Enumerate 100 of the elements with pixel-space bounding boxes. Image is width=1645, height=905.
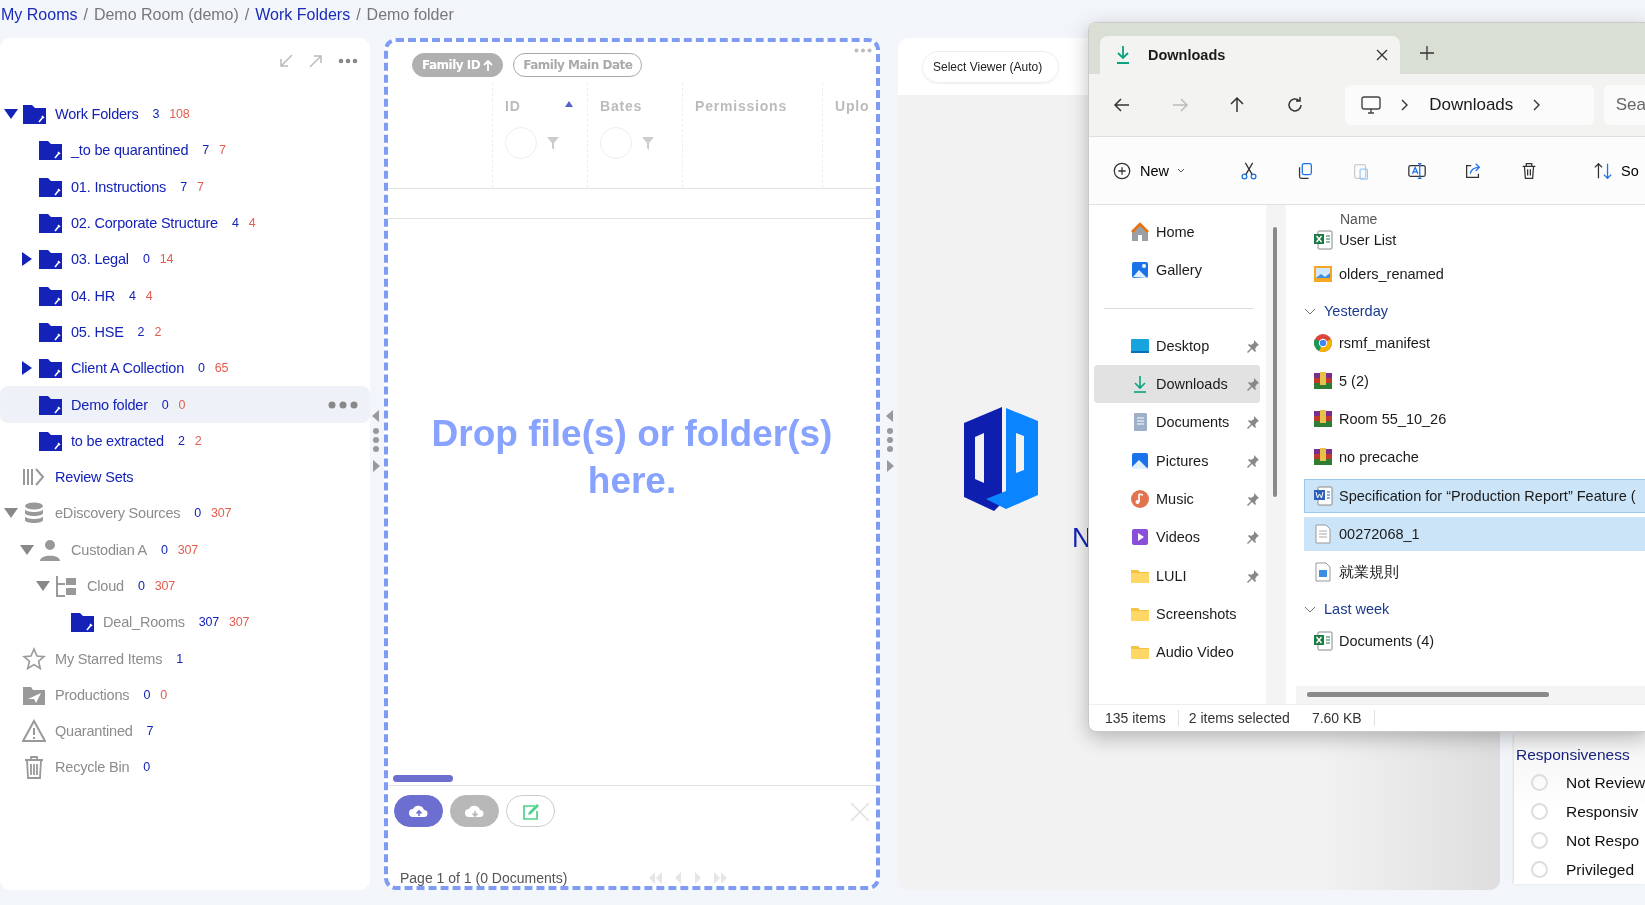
item-count: 7: [202, 143, 210, 158]
scrollbar-thumb[interactable]: [1307, 692, 1549, 697]
pin-icon[interactable]: [1246, 415, 1260, 430]
pin-icon[interactable]: [1246, 530, 1260, 545]
tree-row[interactable]: Work Folders 3 108: [0, 96, 370, 133]
item-count: 0: [137, 579, 145, 593]
file-row[interactable]: Room 55_10_26: [1304, 402, 1645, 437]
tree-row[interactable]: _to be quarantined 7 7: [0, 132, 370, 169]
navigation-item[interactable]: Audio Video: [1094, 632, 1260, 672]
item-count: 4: [231, 216, 239, 231]
scrollbar-thumb[interactable]: [1273, 227, 1277, 497]
tree-row[interactable]: Recycle Bin 0: [0, 749, 370, 786]
navigation-item[interactable]: Documents: [1094, 403, 1260, 442]
navigation-item[interactable]: Downloads: [1094, 364, 1260, 404]
file-row[interactable]: 5 (2): [1304, 363, 1645, 398]
radio-button[interactable]: [1531, 774, 1548, 791]
group-header[interactable]: Last week: [1304, 593, 1645, 624]
pin-icon[interactable]: [1246, 568, 1260, 583]
total-count: 4: [145, 288, 153, 303]
radio-label[interactable]: Not Review: [1566, 773, 1645, 792]
file-row[interactable]: Documents (4): [1304, 623, 1645, 658]
close-icon[interactable]: [1376, 49, 1388, 61]
breadcrumb-link[interactable]: My Rooms: [1, 6, 78, 24]
collapse-icon[interactable]: [278, 53, 294, 69]
radio-label[interactable]: Privileged: [1566, 860, 1635, 879]
total-count: 0: [178, 397, 186, 412]
tree-row[interactable]: 01. Instructions 7 7: [0, 168, 370, 205]
pin-icon[interactable]: [1246, 338, 1260, 353]
person-icon: [38, 537, 62, 562]
file-row[interactable]: olders_renamed: [1304, 257, 1645, 292]
radio-button[interactable]: [1531, 861, 1548, 878]
radio-button[interactable]: [1531, 803, 1548, 820]
expand-icon[interactable]: [308, 53, 324, 69]
tree-row[interactable]: 05. HSE 2 2: [0, 313, 370, 351]
tree-row[interactable]: 02. Corporate Structure 4 4: [0, 204, 370, 242]
new-button[interactable]: New: [1103, 152, 1194, 189]
sort-ascending-icon[interactable]: [565, 101, 573, 107]
file-row[interactable]: no precache: [1304, 440, 1645, 475]
navigation-item[interactable]: Videos: [1094, 518, 1260, 557]
scrollbar-thumb[interactable]: [393, 775, 453, 782]
file-row[interactable]: Specification for “Production Report” Feature (: [1304, 478, 1645, 513]
tree-row[interactable]: 04. HR 4 4: [0, 277, 370, 314]
rename-icon: [1407, 160, 1427, 181]
caret-down-icon[interactable]: [4, 109, 18, 120]
folder-icon: [38, 356, 62, 381]
tree-item-label: Work Folders: [55, 106, 139, 123]
chevron-right-icon[interactable]: [1401, 99, 1410, 111]
splitter-handle[interactable]: [886, 410, 894, 472]
pin-icon[interactable]: [1246, 453, 1260, 468]
address-segment[interactable]: Downloads: [1429, 95, 1514, 115]
pin-icon[interactable]: [1246, 491, 1260, 506]
pin-icon[interactable]: [1246, 377, 1260, 392]
address-bar[interactable]: Downloads: [1345, 85, 1594, 125]
more-icon[interactable]: [338, 58, 358, 64]
file-row[interactable]: User List: [1304, 227, 1645, 253]
new-tab-icon[interactable]: [1420, 45, 1434, 60]
tree-item-label: Recycle Bin: [55, 759, 130, 776]
total-count: 307: [154, 579, 175, 593]
tree-row[interactable]: Cloud 0 307: [0, 567, 370, 605]
file-row[interactable]: rsmf_manifest: [1304, 325, 1645, 360]
radio-button[interactable]: [1531, 832, 1548, 849]
tree-row[interactable]: Demo folder 0 0: [0, 386, 370, 423]
navigation-item[interactable]: Pictures: [1094, 441, 1260, 480]
tree-row[interactable]: to be extracted 2 2: [0, 422, 370, 459]
tree-row[interactable]: My Starred Items 1: [0, 640, 370, 677]
upload-button[interactable]: [394, 795, 443, 827]
navigation-item[interactable]: Desktop: [1094, 326, 1260, 365]
folder-icon: [70, 610, 94, 635]
download-button[interactable]: [450, 795, 499, 827]
navigation-item[interactable]: LULI: [1094, 556, 1260, 595]
navigation-item[interactable]: Gallery: [1094, 251, 1260, 290]
caret-right-icon[interactable]: [22, 361, 32, 376]
radio-label[interactable]: Not Respo: [1566, 831, 1640, 850]
tree-row[interactable]: Deal_Rooms 307 307: [0, 604, 370, 641]
caret-right-icon[interactable]: [22, 252, 32, 267]
more-icon[interactable]: [854, 48, 872, 53]
navigation-item[interactable]: Music: [1094, 479, 1260, 519]
navigation-item[interactable]: Screenshots: [1094, 594, 1260, 633]
more-icon[interactable]: [328, 400, 358, 409]
column-header[interactable]: Name: [1304, 205, 1645, 227]
tree-row[interactable]: Productions 0 0: [0, 676, 370, 714]
tree-row[interactable]: eDiscovery Sources 0 307: [0, 495, 370, 532]
tree-row[interactable]: 03. Legal 0 14: [0, 241, 370, 278]
breadcrumb-link[interactable]: Work Folders: [255, 6, 351, 24]
edit-button[interactable]: [506, 795, 555, 827]
browser-tab[interactable]: Downloads: [1100, 36, 1400, 74]
tree-row[interactable]: Custodian A 0 307: [0, 531, 370, 568]
navigation-item[interactable]: Home: [1094, 213, 1260, 252]
tree-row[interactable]: Client A Collection 0 65: [0, 350, 370, 387]
sort-button[interactable]: So: [1584, 152, 1645, 189]
tree-item-label: 02. Corporate Structure: [71, 215, 218, 232]
tree-row[interactable]: Quarantined 7: [0, 713, 370, 750]
radio-label[interactable]: Responsiv: [1566, 802, 1639, 821]
splitter-handle[interactable]: [372, 410, 380, 472]
file-row[interactable]: 00272068_1: [1304, 517, 1645, 552]
group-header[interactable]: Yesterday: [1304, 295, 1645, 326]
tree-row[interactable]: Review Sets: [0, 458, 370, 496]
file-row[interactable]: 就業規則: [1304, 555, 1645, 590]
chevron-right-icon[interactable]: [1533, 99, 1542, 111]
new-icon: [1112, 160, 1132, 181]
